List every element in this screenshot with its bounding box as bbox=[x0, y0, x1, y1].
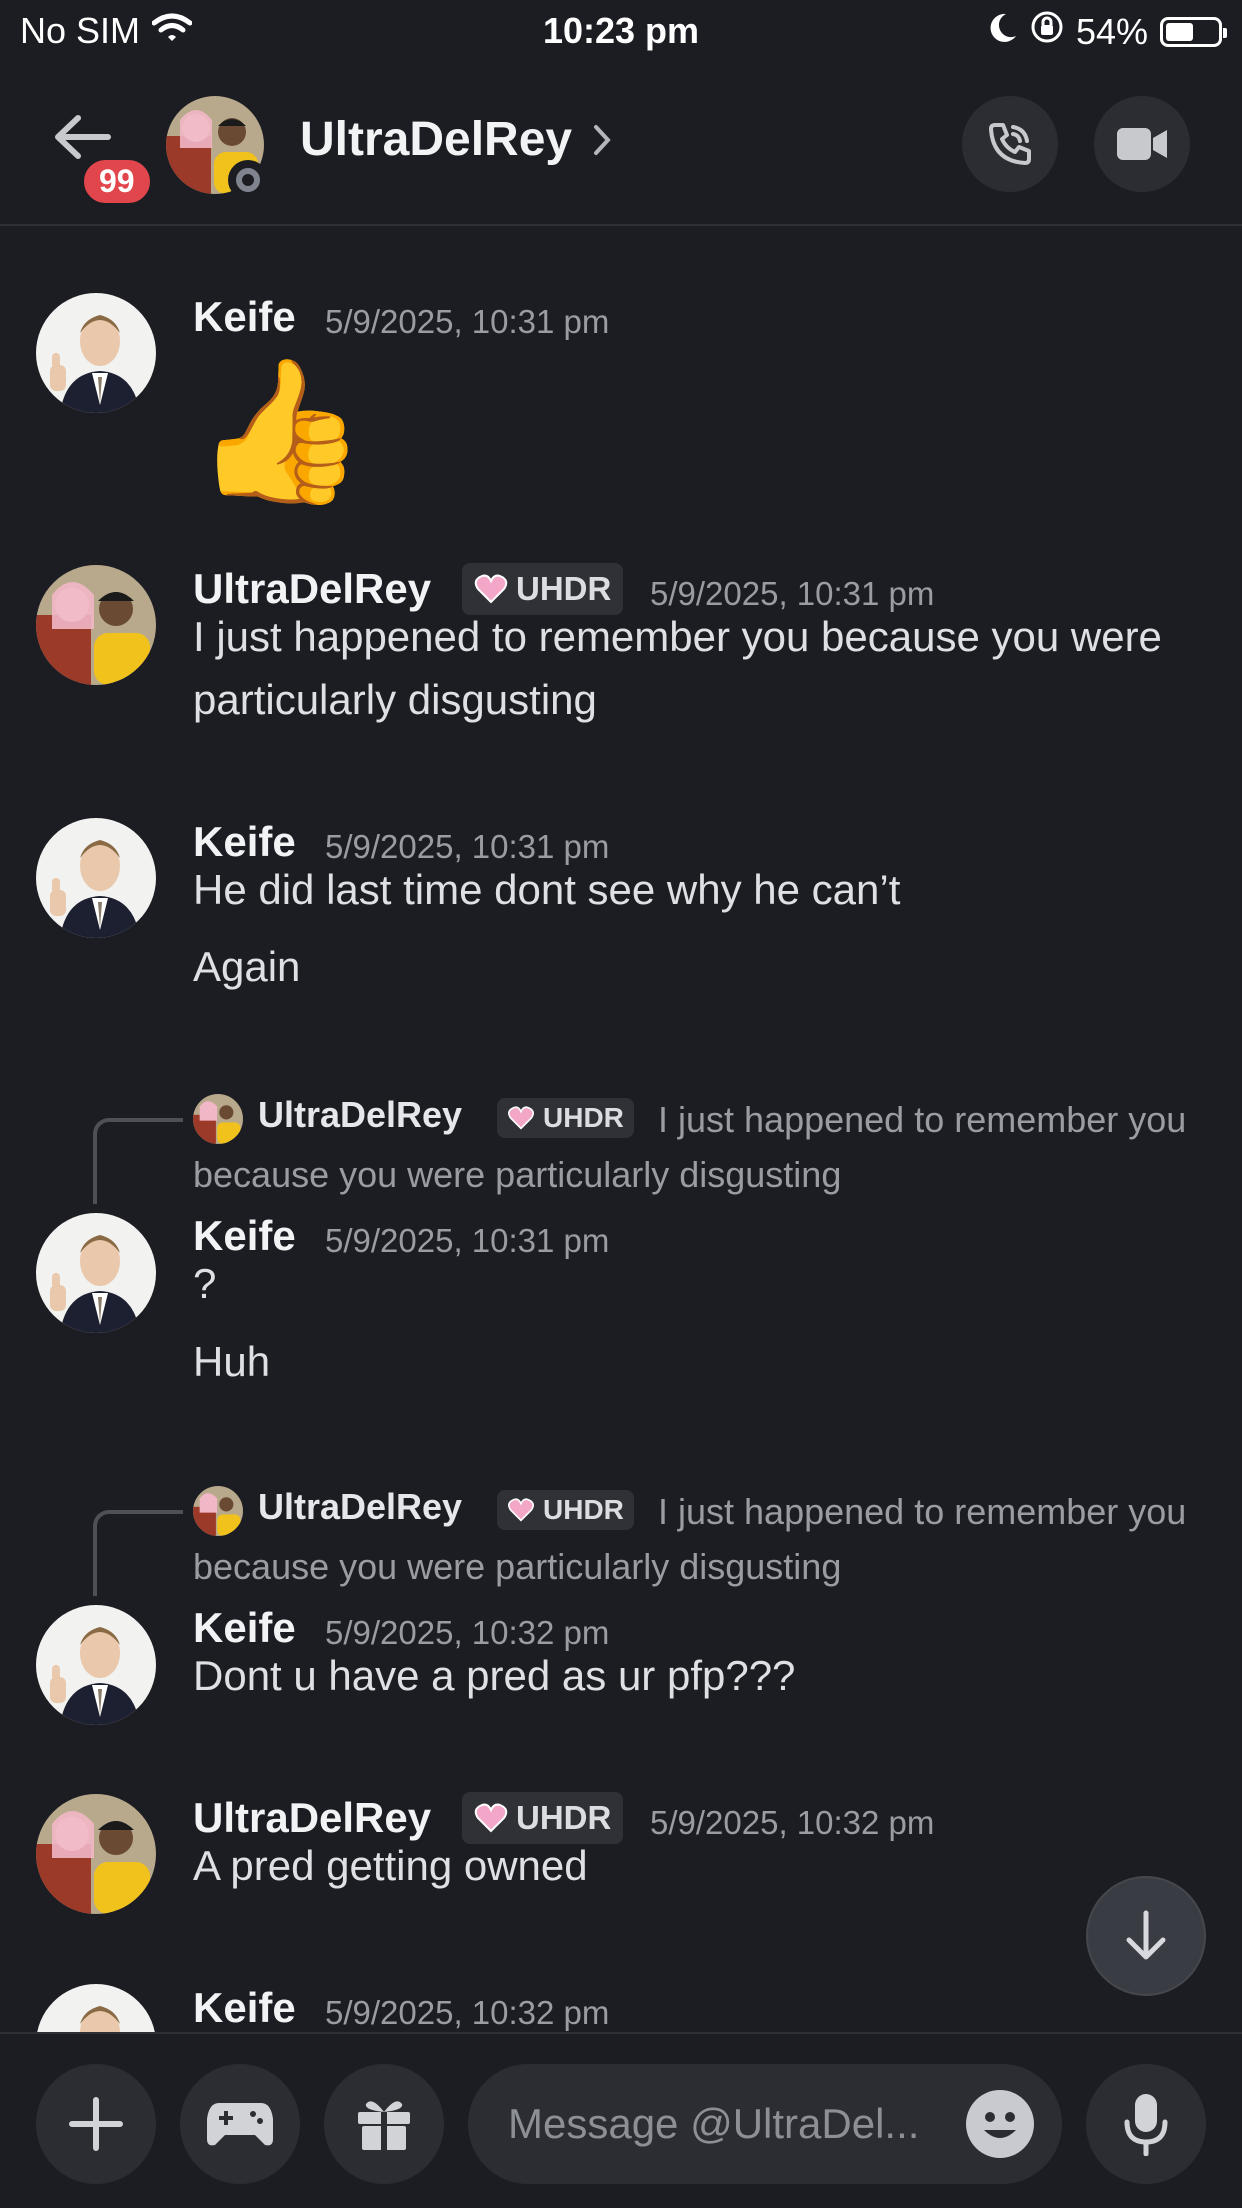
message-author[interactable]: Keife bbox=[193, 293, 296, 341]
message-content: He did last time dont see why he can’t bbox=[193, 866, 901, 913]
activities-button[interactable] bbox=[180, 2064, 300, 2184]
message-content-followup: Again bbox=[193, 943, 301, 990]
message-list[interactable]: Keife 5/9/2025, 10:31 pm 👍 UltraDelRey U… bbox=[0, 228, 1242, 2032]
back-arrow-icon bbox=[55, 115, 111, 159]
offline-status-icon bbox=[228, 160, 268, 200]
heart-icon bbox=[474, 1803, 508, 1833]
guild-tag-label: UHDR bbox=[516, 570, 612, 607]
channel-name: UltraDelRey bbox=[300, 113, 573, 166]
chevron-right-icon bbox=[594, 124, 611, 155]
keife-avatar[interactable] bbox=[36, 293, 156, 413]
keife-avatar[interactable] bbox=[36, 1213, 156, 1333]
message-timestamp: 5/9/2025, 10:32 pm bbox=[325, 1994, 610, 2031]
moon-icon bbox=[988, 11, 1018, 53]
heart-icon bbox=[474, 574, 508, 604]
message-content-followup: Huh bbox=[193, 1338, 271, 1385]
message-content: A pred getting owned bbox=[193, 1842, 588, 1889]
reply-connector bbox=[93, 1510, 183, 1596]
guild-tag-label: UHDR bbox=[516, 1799, 612, 1836]
channel-title[interactable]: UltraDelRey bbox=[300, 112, 612, 167]
plus-icon bbox=[69, 2097, 123, 2151]
unread-badge: 99 bbox=[80, 156, 154, 207]
keife-avatar[interactable] bbox=[36, 1605, 156, 1725]
message-content: 👍 bbox=[193, 352, 368, 509]
ultradelrey-avatar[interactable] bbox=[36, 1794, 156, 1914]
battery-fill bbox=[1166, 22, 1193, 41]
reply-text: I just happened to remember you because … bbox=[193, 1491, 1187, 1587]
status-right: 54% bbox=[988, 10, 1227, 53]
message-content: ? bbox=[193, 1260, 217, 1307]
message-content: Dont u have a pred as ur pfp??? bbox=[193, 1652, 796, 1699]
message-author[interactable]: Keife bbox=[193, 1984, 296, 2032]
microphone-icon bbox=[1124, 2094, 1168, 2156]
gamepad-icon bbox=[207, 2103, 273, 2146]
video-camera-icon bbox=[1117, 128, 1167, 160]
reply-text: I just happened to remember you because … bbox=[193, 1099, 1187, 1195]
ultradelrey-avatar[interactable] bbox=[36, 565, 156, 685]
message-timestamp: 5/9/2025, 10:31 pm bbox=[325, 303, 610, 340]
chat-header: 99 UltraDelRey bbox=[0, 62, 1242, 226]
message-input-container[interactable] bbox=[468, 2064, 1062, 2184]
gift-icon bbox=[358, 2101, 410, 2150]
battery-icon bbox=[1160, 16, 1227, 47]
reply-connector bbox=[93, 1118, 183, 1204]
status-bar: No SIM 10:23 pm 54% bbox=[0, 0, 1242, 62]
orientation-lock-icon bbox=[1030, 10, 1064, 53]
jump-to-present-button[interactable] bbox=[1086, 1876, 1206, 1996]
keife-avatar[interactable] bbox=[36, 818, 156, 938]
smiley-face-icon bbox=[984, 2112, 1016, 2138]
video-call-button[interactable] bbox=[1094, 96, 1190, 192]
message-input[interactable] bbox=[508, 2094, 968, 2154]
gift-button[interactable] bbox=[324, 2064, 444, 2184]
voice-message-button[interactable] bbox=[1086, 2064, 1206, 2184]
keife-avatar[interactable] bbox=[36, 1984, 156, 2032]
message-content: I just happened to remember you because … bbox=[193, 613, 1162, 723]
phone-call-icon bbox=[989, 123, 1031, 165]
composer-bar bbox=[0, 2032, 1242, 2208]
emoji-button[interactable] bbox=[966, 2090, 1034, 2158]
arrow-down-icon bbox=[1126, 1910, 1166, 1960]
battery-percent: 54% bbox=[1075, 10, 1148, 52]
attach-button[interactable] bbox=[36, 2064, 156, 2184]
voice-call-button[interactable] bbox=[962, 96, 1058, 192]
